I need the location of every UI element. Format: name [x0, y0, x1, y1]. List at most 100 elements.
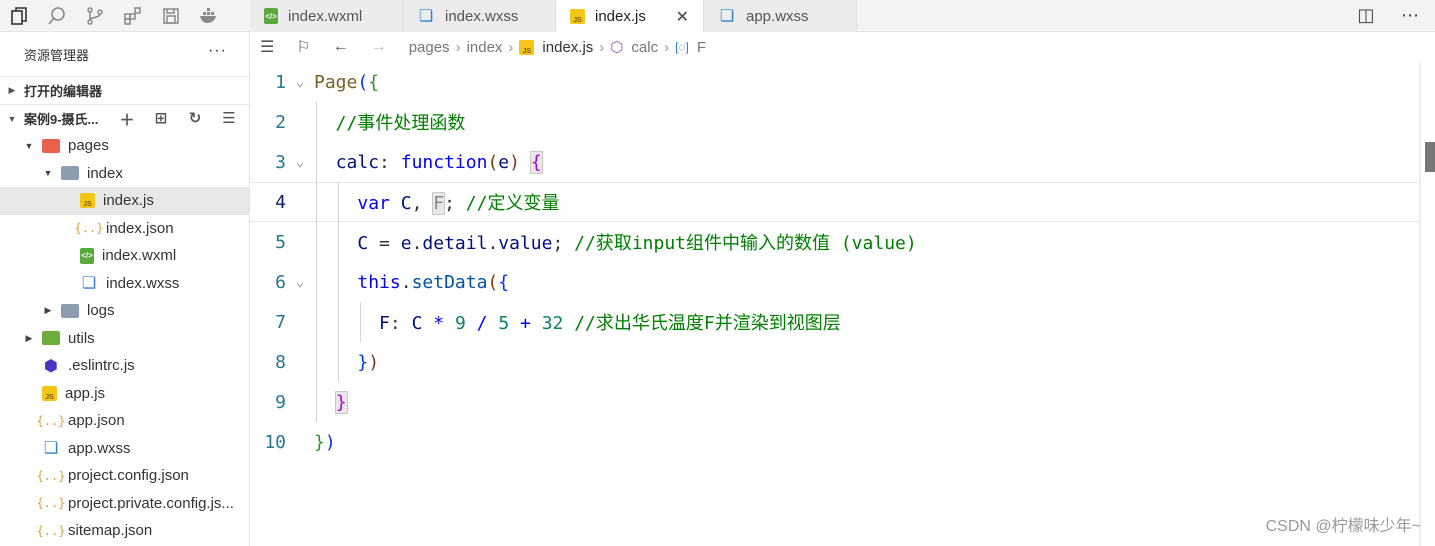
tree-item[interactable]: {..} app.json	[0, 407, 249, 435]
code-line: 6 ⌄ this.setData({	[250, 262, 1420, 302]
breadcrumb-item[interactable]: F	[697, 39, 706, 56]
fold-chevron-icon[interactable]: ⌄	[286, 75, 314, 89]
breadcrumb-item[interactable]: index	[467, 39, 503, 56]
tree-item-label: project.private.config.js...	[68, 494, 234, 512]
chevron-right-icon[interactable]: ▶	[41, 305, 55, 316]
docker-icon[interactable]	[198, 5, 220, 27]
code-text: //事件处理函数	[314, 113, 466, 134]
bookmark-icon[interactable]: ⚐	[296, 37, 310, 57]
tab-label: app.wxss	[746, 7, 809, 25]
more-actions-icon[interactable]: ⋯	[1399, 5, 1421, 26]
tree-item[interactable]: ❏ index.wxss	[0, 270, 249, 298]
tab-label: index.js	[595, 7, 646, 25]
code-line: 7 F: C * 9 / 5 + 32 //求出华氏温度F并渲染到视图层	[250, 302, 1420, 342]
breadcrumb-item[interactable]: calc	[631, 39, 658, 56]
more-icon[interactable]: ···	[208, 42, 227, 60]
json-icon: {..}	[36, 496, 66, 511]
new-file-icon[interactable]: ＋	[117, 109, 137, 130]
tab-label: index.wxss	[445, 7, 519, 25]
project-name: 案例9-摄氏...	[24, 112, 99, 127]
file-tree: ▼ pages ▼ index JS index.js {..} index.json </> i…	[0, 132, 249, 545]
line-number: 3	[275, 151, 286, 173]
split-editor-icon[interactable]: ◫	[1355, 5, 1377, 26]
tree-item[interactable]: {..} project.private.config.js...	[0, 490, 249, 518]
tree-item-label: app.wxss	[68, 439, 131, 457]
wxml-icon: </>	[80, 247, 94, 264]
breadcrumb-item[interactable]: pages	[409, 39, 450, 56]
tree-item-label: index.json	[106, 219, 174, 237]
folder-icon	[42, 138, 60, 153]
chevron-down-icon[interactable]: ▼	[41, 168, 55, 178]
tree-item[interactable]: {..} project.config.json	[0, 462, 249, 490]
code-text: this.setData({	[357, 271, 510, 293]
tree-item[interactable]: ▶ utils	[0, 325, 249, 353]
code-line: 9 }	[250, 382, 1420, 422]
line-number: 7	[275, 311, 286, 333]
line-number: 8	[275, 351, 286, 373]
fold-chevron-icon[interactable]: ⌄	[286, 275, 314, 289]
tree-item-label: index.wxss	[106, 274, 180, 292]
back-arrow-icon[interactable]: ←	[333, 38, 349, 56]
code-editor[interactable]: 1 ⌄ Page({ 2 //事件处理函数 3 ⌄ calc: function…	[250, 62, 1435, 546]
chevron-right-icon: ›	[599, 38, 605, 56]
save-icon[interactable]	[160, 5, 182, 27]
project-actions: ＋ ⊞ ↻ ☰	[117, 109, 239, 130]
variable-icon: [◌]	[675, 40, 689, 54]
open-editors-section[interactable]: ▶ 打开的编辑器	[0, 76, 249, 104]
list-icon[interactable]: ☰	[260, 37, 274, 57]
code-text: calc: function(e) {	[335, 150, 543, 174]
code-line-current: 4 var C, F; //定义变量	[250, 182, 1420, 222]
code-line: 8 })	[250, 342, 1420, 382]
tree-item[interactable]: JS app.js	[0, 380, 249, 408]
collapse-all-icon[interactable]: ☰	[219, 109, 239, 130]
tree-item[interactable]: ⬢ .eslintrc.js	[0, 352, 249, 380]
scrollbar-thumb[interactable]	[1425, 142, 1435, 172]
js-icon: JS	[42, 385, 57, 401]
json-icon: {..}	[74, 221, 104, 236]
indent-guide	[316, 102, 317, 422]
tree-item[interactable]: </> index.wxml	[0, 242, 249, 270]
forward-arrow-icon[interactable]: →	[371, 38, 387, 56]
tab-index-js[interactable]: JS index.js ✕	[556, 0, 704, 32]
line-number: 4	[275, 191, 286, 213]
tab-index-wxml[interactable]: </> index.wxml	[250, 0, 403, 32]
breadcrumb: ☰ ⚐ ← → pages › index › JS index.js › ⬡ …	[250, 32, 1435, 62]
tree-item[interactable]: ▶ logs	[0, 297, 249, 325]
fold-chevron-icon[interactable]: ⌄	[286, 155, 314, 169]
folder-icon	[42, 331, 60, 346]
json-icon: {..}	[36, 523, 66, 538]
line-number: 5	[275, 231, 286, 253]
chevron-right-icon[interactable]: ▶	[22, 333, 36, 344]
tree-item[interactable]: ❏ app.wxss	[0, 435, 249, 463]
tab-index-wxss[interactable]: ❏ index.wxss	[403, 0, 556, 32]
tree-item[interactable]: {..} sitemap.json	[0, 517, 249, 545]
close-icon[interactable]: ✕	[676, 7, 689, 27]
extensions-icon[interactable]	[122, 5, 144, 27]
tree-item[interactable]: ▼ index	[0, 160, 249, 188]
line-number: 10	[264, 431, 286, 453]
code-text: }	[334, 390, 348, 414]
code-line: 5 C = e.detail.value; //获取input组件中输入的数值 …	[250, 222, 1420, 262]
chevron-down-icon[interactable]: ▼	[22, 141, 36, 151]
tree-item-label: app.json	[68, 412, 125, 430]
new-folder-icon[interactable]: ⊞	[151, 109, 171, 130]
project-section[interactable]: ▼ 案例9-摄氏... ＋ ⊞ ↻ ☰	[0, 104, 249, 132]
refresh-icon[interactable]: ↻	[185, 109, 205, 130]
tree-item[interactable]: ▼ pages	[0, 132, 249, 160]
chevron-right-icon: ›	[455, 38, 461, 56]
search-icon[interactable]	[46, 5, 68, 27]
code-line: 10 })	[250, 422, 1420, 462]
tab-app-wxss[interactable]: ❏ app.wxss	[704, 0, 857, 32]
editor-actions: ◫ ⋯	[1355, 5, 1421, 26]
tree-item[interactable]: {..} index.json	[0, 215, 249, 243]
vertical-scrollbar[interactable]	[1420, 62, 1435, 546]
section-label: 打开的编辑器	[24, 84, 103, 99]
source-control-icon[interactable]	[84, 5, 106, 27]
explorer-icon[interactable]	[8, 5, 30, 27]
breadcrumb-item[interactable]: index.js	[542, 39, 593, 56]
tree-item[interactable]: JS index.js	[0, 187, 249, 215]
code-text: })	[357, 351, 380, 373]
tab-label: index.wxml	[288, 7, 363, 25]
tree-item-label: app.js	[65, 384, 106, 402]
line-number: 9	[275, 391, 286, 413]
